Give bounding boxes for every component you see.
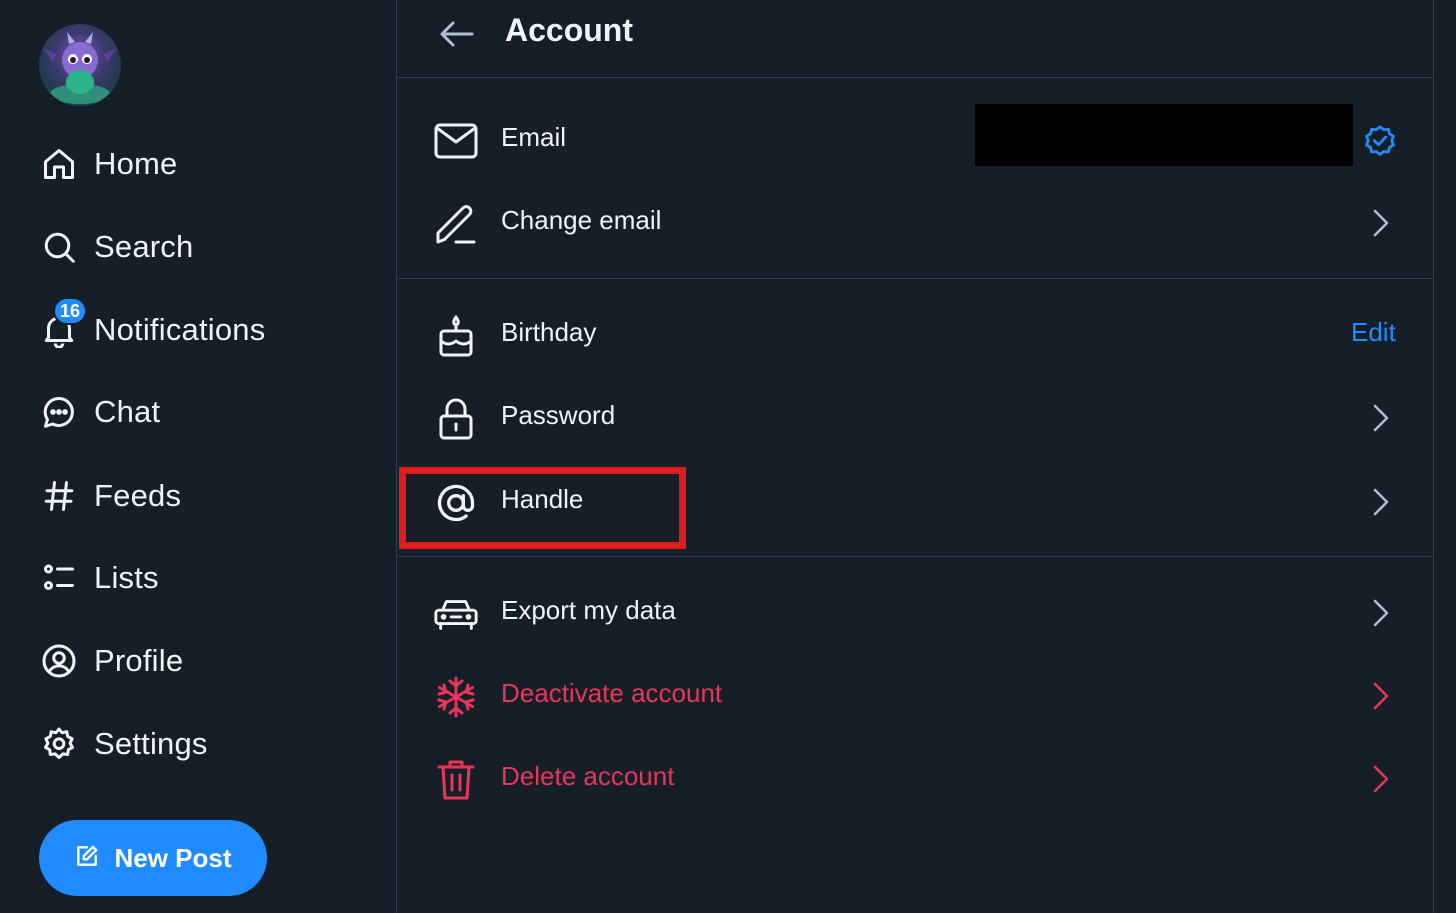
nav-profile[interactable]: Profile bbox=[40, 635, 183, 687]
birthday-edit-link[interactable]: Edit bbox=[1351, 317, 1396, 348]
chevron-right-icon bbox=[1367, 759, 1395, 799]
user-circle-icon bbox=[40, 642, 78, 680]
nav-chat-label: Chat bbox=[94, 394, 161, 429]
nav-settings[interactable]: Settings bbox=[40, 718, 208, 770]
birthday-label: Birthday bbox=[501, 317, 597, 347]
change-email-label: Change email bbox=[501, 205, 662, 235]
hashtag-icon bbox=[40, 477, 78, 515]
nav-feeds-label: Feeds bbox=[94, 478, 182, 513]
section-divider bbox=[397, 278, 1433, 279]
deactivate-account-label: Deactivate account bbox=[501, 678, 723, 708]
delete-account-row[interactable]: Delete account bbox=[397, 739, 1433, 819]
chevron-right-icon bbox=[1367, 482, 1395, 522]
redacted-email-value bbox=[975, 104, 1353, 166]
nav-chat[interactable]: Chat bbox=[40, 386, 160, 438]
nav-feeds[interactable]: Feeds bbox=[40, 470, 181, 522]
chevron-right-icon bbox=[1367, 676, 1395, 716]
change-email-row[interactable]: Change email bbox=[397, 183, 1433, 263]
home-icon bbox=[40, 145, 78, 183]
trash-icon bbox=[433, 757, 479, 803]
nav-notifications[interactable]: 16 Notifications bbox=[40, 297, 266, 356]
list-icon bbox=[40, 559, 78, 597]
chevron-right-icon bbox=[1367, 593, 1395, 633]
handle-highlight-box bbox=[399, 467, 686, 549]
bell-icon: 16 bbox=[40, 297, 87, 349]
gear-icon bbox=[40, 725, 78, 763]
deactivate-account-row[interactable]: Deactivate account bbox=[397, 656, 1433, 736]
pencil-icon bbox=[433, 201, 479, 247]
edit-icon bbox=[74, 843, 100, 874]
nav-lists[interactable]: Lists bbox=[40, 552, 159, 604]
nav-settings-label: Settings bbox=[94, 726, 208, 761]
nav-home-label: Home bbox=[94, 146, 178, 181]
nav-search-label: Search bbox=[94, 229, 194, 264]
nav-home[interactable]: Home bbox=[40, 138, 178, 190]
delete-account-label: Delete account bbox=[501, 761, 675, 791]
avatar[interactable] bbox=[39, 24, 121, 106]
nav-search[interactable]: Search bbox=[40, 221, 193, 273]
snowflake-icon bbox=[433, 674, 479, 720]
back-button[interactable] bbox=[435, 14, 479, 54]
email-label: Email bbox=[501, 122, 567, 152]
birthday-row: Birthday Edit bbox=[397, 295, 1433, 375]
chevron-right-icon bbox=[1367, 398, 1395, 438]
envelope-icon bbox=[433, 118, 479, 164]
page-header: Account bbox=[397, 0, 1433, 78]
lock-icon bbox=[433, 396, 479, 442]
sidebar: Home Search 16 Notifications Chat Feeds … bbox=[0, 0, 396, 913]
password-row[interactable]: Password bbox=[397, 378, 1433, 458]
page-title: Account bbox=[505, 12, 633, 48]
search-icon bbox=[40, 228, 78, 266]
dragon-avatar-icon bbox=[43, 32, 117, 104]
chevron-right-icon bbox=[1367, 203, 1395, 243]
new-post-button[interactable]: New Post bbox=[39, 820, 267, 896]
export-data-label: Export my data bbox=[501, 595, 676, 625]
verified-badge-icon bbox=[1363, 124, 1397, 158]
chat-bubble-icon bbox=[40, 393, 78, 431]
nav-lists-label: Lists bbox=[94, 560, 159, 595]
password-label: Password bbox=[501, 400, 616, 430]
nav-profile-label: Profile bbox=[94, 643, 184, 678]
birthday-cake-icon bbox=[433, 313, 479, 359]
nav-notifications-label: Notifications bbox=[94, 312, 266, 347]
arrow-left-icon bbox=[440, 21, 474, 47]
account-settings-panel: Account Email Change email Birthday Edit bbox=[396, 0, 1434, 913]
new-post-label: New Post bbox=[114, 842, 232, 873]
section-divider bbox=[397, 556, 1433, 557]
car-icon bbox=[433, 591, 479, 637]
export-data-row[interactable]: Export my data bbox=[397, 573, 1433, 653]
notification-count-badge: 16 bbox=[53, 297, 87, 325]
